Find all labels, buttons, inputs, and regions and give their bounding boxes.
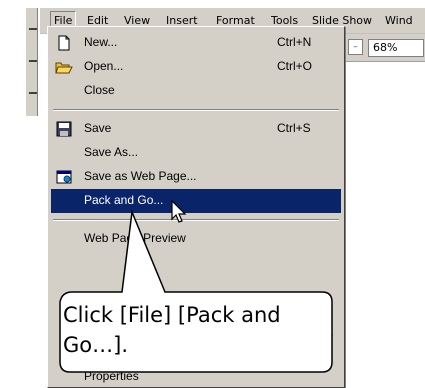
callout-text: Click [File] [Pack and Go…]. (63, 303, 281, 357)
